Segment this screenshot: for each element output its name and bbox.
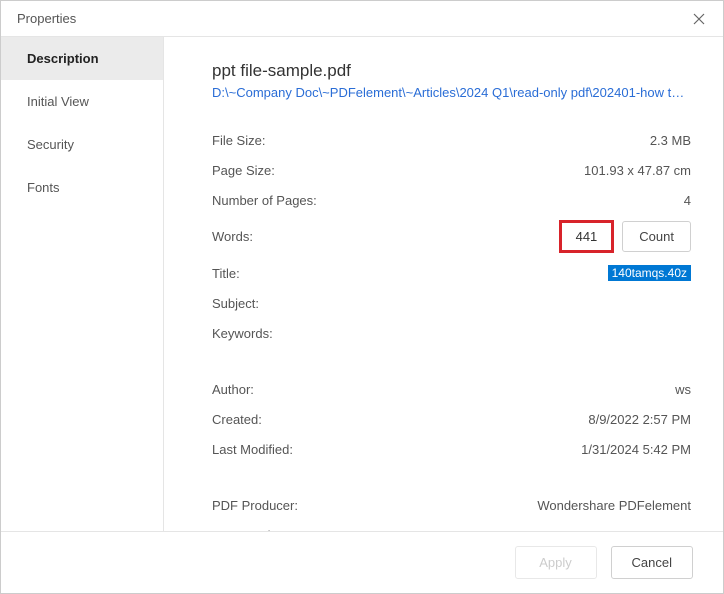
value-producer: Wondershare PDFelement	[537, 498, 691, 513]
row-file-size: File Size: 2.3 MB	[212, 130, 691, 150]
dialog-footer: Apply Cancel	[1, 531, 723, 593]
label-modified: Last Modified:	[212, 442, 293, 457]
titlebar: Properties	[1, 1, 723, 37]
sidebar-item-fonts[interactable]: Fonts	[1, 166, 163, 209]
dialog-body: Description Initial View Security Fonts …	[1, 37, 723, 531]
value-author[interactable]: ws	[675, 382, 691, 397]
value-modified: 1/31/2024 5:42 PM	[581, 442, 691, 457]
value-title[interactable]: 140tamqs.40z	[608, 265, 691, 281]
label-file-size: File Size:	[212, 133, 265, 148]
sidebar-item-label: Fonts	[27, 180, 60, 195]
row-title: Title: 140tamqs.40z	[212, 263, 691, 283]
count-button[interactable]: Count	[622, 221, 691, 252]
row-subject: Subject:	[212, 293, 691, 313]
sidebar-item-label: Initial View	[27, 94, 89, 109]
file-path[interactable]: D:\~Company Doc\~PDFelement\~Articles\20…	[212, 85, 691, 100]
sidebar-item-initial-view[interactable]: Initial View	[1, 80, 163, 123]
close-button[interactable]	[683, 5, 715, 33]
sidebar-item-security[interactable]: Security	[1, 123, 163, 166]
label-created: Created:	[212, 412, 262, 427]
sidebar-item-label: Security	[27, 137, 74, 152]
label-producer: PDF Producer:	[212, 498, 298, 513]
sidebar-item-label: Description	[27, 51, 99, 66]
row-page-size: Page Size: 101.93 x 47.87 cm	[212, 160, 691, 180]
section-gap	[212, 353, 691, 379]
label-page-size: Page Size:	[212, 163, 275, 178]
label-keywords: Keywords:	[212, 326, 273, 341]
label-title: Title:	[212, 266, 240, 281]
label-words: Words:	[212, 229, 253, 244]
apply-button[interactable]: Apply	[515, 546, 597, 579]
value-num-pages: 4	[684, 193, 691, 208]
label-subject: Subject:	[212, 296, 259, 311]
row-num-pages: Number of Pages: 4	[212, 190, 691, 210]
sidebar-item-description[interactable]: Description	[1, 37, 163, 80]
close-icon	[693, 13, 705, 25]
dialog-title: Properties	[17, 11, 76, 26]
row-modified: Last Modified: 1/31/2024 5:42 PM	[212, 439, 691, 459]
cancel-button[interactable]: Cancel	[611, 546, 693, 579]
label-author: Author:	[212, 382, 254, 397]
value-file-size: 2.3 MB	[650, 133, 691, 148]
properties-dialog: Properties Description Initial View Secu…	[0, 0, 724, 594]
row-keywords: Keywords:	[212, 323, 691, 343]
file-name: ppt file-sample.pdf	[212, 61, 691, 81]
row-producer: PDF Producer: Wondershare PDFelement	[212, 495, 691, 515]
value-page-size: 101.93 x 47.87 cm	[584, 163, 691, 178]
sidebar: Description Initial View Security Fonts	[1, 37, 164, 531]
label-num-pages: Number of Pages:	[212, 193, 317, 208]
row-author: Author: ws	[212, 379, 691, 399]
row-words: Words: 441 Count	[212, 220, 691, 253]
words-right-group: 441 Count	[559, 220, 691, 253]
section-gap	[212, 469, 691, 495]
value-created: 8/9/2022 2:57 PM	[588, 412, 691, 427]
row-created: Created: 8/9/2022 2:57 PM	[212, 409, 691, 429]
content-panel: ppt file-sample.pdf D:\~Company Doc\~PDF…	[164, 37, 723, 531]
value-words: 441	[559, 220, 615, 253]
